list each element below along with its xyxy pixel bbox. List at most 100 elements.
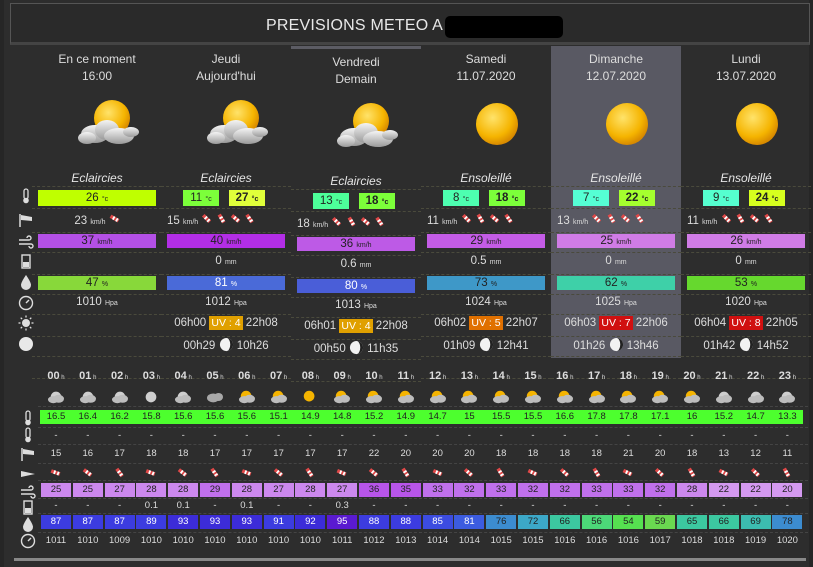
weather-description: Ensoleillé (460, 171, 512, 185)
wind-gust: 26 km/h (687, 234, 805, 248)
row-separator (291, 189, 421, 190)
hour-dewpoint: - (563, 430, 567, 441)
hour-row-separator (38, 513, 808, 514)
row-separator (32, 186, 162, 187)
hour-pressure: 1010 (204, 535, 226, 546)
hour-humidity: 66 (708, 515, 739, 529)
weather-description: Eclaircies (71, 171, 123, 185)
day-column-1[interactable]: Jeudi Aujourd'hui Eclaircies 11 °c 27 °c 15 k… (161, 46, 291, 379)
hour-label: 17 h (587, 370, 606, 382)
day-column-4[interactable]: Dimanche 12.07.2020 Ensoleillé 7 °c 22 °c 13 … (551, 46, 681, 379)
hour-dewpoint: - (118, 430, 122, 441)
row-separator (551, 252, 681, 253)
row-separator (421, 208, 551, 209)
hour-pressure: 1015 (522, 535, 544, 546)
pressure: 1010 Hpa (76, 296, 118, 308)
sun-times: 06h00 UV : 4 22h08 (174, 316, 278, 330)
hour-humidity: 56 (581, 515, 612, 529)
hour-dewpoint: - (467, 430, 471, 441)
humidity: 53 % (687, 276, 805, 290)
hour-rain: 0.1 (144, 500, 158, 511)
hour-rain: - (86, 500, 90, 511)
hour-row-separator (38, 498, 808, 499)
wind-speed: 11 km/h (681, 213, 811, 227)
hour-rain: - (54, 500, 58, 511)
hour-wind: 20 (464, 448, 475, 459)
row-separator (291, 255, 421, 256)
uv-index: UV : 4 (209, 316, 243, 330)
day-name: Vendredi (332, 55, 380, 69)
rain-amount: 0 mm (735, 255, 757, 267)
pressure: 1012 Hpa (205, 296, 247, 308)
hour-wind: 12 (750, 448, 761, 459)
row-separator (551, 294, 681, 295)
moon-phase-icon (479, 337, 494, 355)
temp-min: 8 °c (443, 190, 479, 206)
hour-row-separator (38, 480, 808, 481)
moon-times: 01h42 14h52 (681, 337, 811, 355)
temp-max: 22 °c (619, 190, 655, 206)
hour-temp: 14.8 (326, 410, 359, 424)
hour-humidity: 93 (231, 515, 262, 529)
hour-temp: 15.5 (517, 410, 549, 424)
hour-humidity: 81 (454, 515, 485, 529)
hour-wind: 15 (50, 448, 62, 459)
hour-dewpoint: - (499, 430, 503, 441)
hour-gust: 33 (581, 483, 612, 497)
hour-wind: 17 (114, 448, 125, 459)
row-separator (291, 359, 421, 360)
day-column-2[interactable]: Vendredi Demain Eclaircies 13 °c 18 °c 18 km/… (291, 46, 421, 382)
row-separator (291, 211, 421, 212)
hour-rain: - (308, 500, 312, 511)
hour-dewpoint: - (340, 430, 344, 441)
hour-wind: 18 (591, 448, 602, 459)
humidity: 80 % (297, 279, 415, 293)
hour-label: 09 h (333, 370, 351, 382)
hour-pressure: 1010 (236, 535, 258, 546)
wind-gust: 25 km/h (557, 234, 675, 248)
hour-gust: 32 (454, 483, 485, 497)
hour-gust: 32 (549, 483, 580, 497)
hour-gust: 22 (740, 483, 771, 497)
humidity: 73 % (427, 276, 545, 290)
hour-pressure: 1018 (681, 535, 703, 546)
hour-wind: 16 (82, 448, 94, 459)
hour-gust: 33 (613, 483, 644, 497)
pressure: 1013 Hpa (335, 299, 377, 311)
row-separator (681, 314, 811, 315)
hour-pressure: 1018 (713, 535, 735, 546)
current-temp: 26 °c (38, 190, 156, 206)
day-date: Demain (335, 72, 377, 86)
hour-humidity: 72 (518, 515, 548, 529)
row-separator (161, 294, 291, 295)
rain-amount: 0 mm (215, 255, 237, 267)
hour-temp: 17.1 (644, 410, 677, 424)
wind-speed: 15 km/h (161, 213, 291, 227)
hour-humidity: 93 (200, 515, 230, 529)
hour-pressure: 1014 (427, 535, 449, 546)
hour-label: 22 h (746, 370, 765, 382)
day-column-3[interactable]: Samedi 11.07.2020 Ensoleillé 8 °c 18 °c 11 km… (421, 46, 551, 379)
weather-description: Eclaircies (330, 174, 382, 188)
hour-rain: - (277, 500, 281, 511)
hour-humidity: 69 (740, 515, 771, 529)
hour-rain: - (626, 500, 630, 511)
day-column-0[interactable]: En ce moment 16:00 Eclaircies 26 °c 23 km/h … (32, 46, 162, 379)
weather-widget: PREVISIONS METEO A En ce moment 16:00 Ecla… (0, 0, 813, 567)
row-separator (291, 235, 421, 236)
day-date: 11.07.2020 (456, 69, 516, 83)
hour-pressure: 1010 (140, 535, 162, 546)
hour-dewpoint: - (181, 430, 185, 441)
hour-dewpoint: - (754, 430, 758, 441)
day-column-5[interactable]: Lundi 13.07.2020 Ensoleillé 9 °c 24 °c 11 km/… (681, 46, 811, 379)
temp-max: 18 °c (359, 193, 395, 209)
hour-temp: 16 (676, 410, 708, 424)
page-title: PREVISIONS METEO A (266, 17, 443, 34)
hour-pressure: 1011 (331, 535, 353, 546)
hour-label: 04 h (174, 370, 192, 382)
hour-dewpoint: - (404, 430, 408, 441)
hour-label: 20 h (683, 370, 701, 382)
hourly-forecast: 00 h 16.5 - 15 25 - 87 1011 01 h 16.4 - 16 25 - 87 1010… (4, 370, 813, 550)
hour-pressure: 1010 (299, 535, 321, 546)
temp-max: 24 °c (749, 190, 785, 206)
